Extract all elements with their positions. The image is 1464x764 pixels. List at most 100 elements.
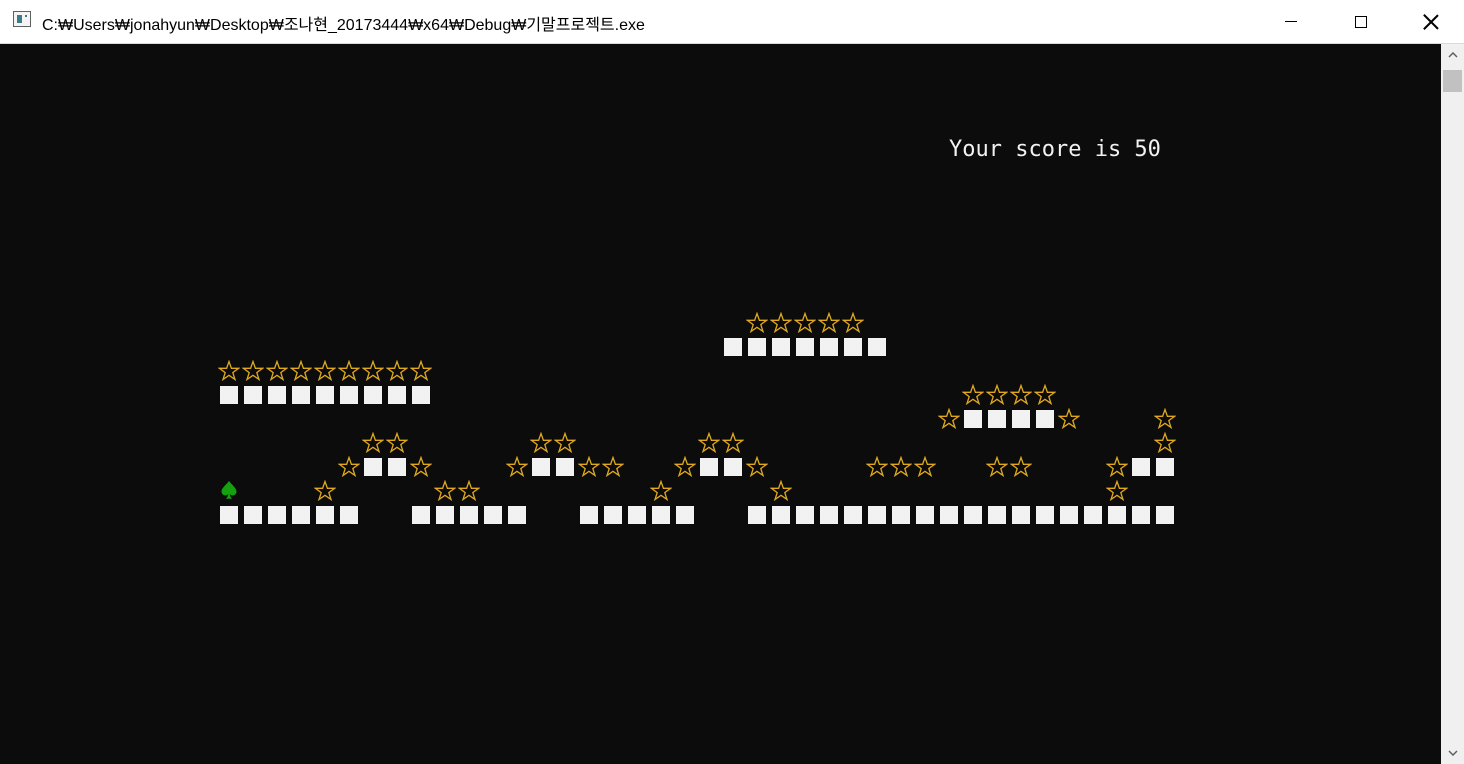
floor-block: [292, 386, 310, 404]
star-icon: [554, 432, 576, 454]
star-icon: [434, 480, 456, 502]
scroll-down-button[interactable]: [1441, 742, 1464, 764]
floor-block: [268, 386, 286, 404]
floor-block: [724, 338, 742, 356]
floor-block: [1036, 410, 1054, 428]
floor-block: [316, 506, 334, 524]
floor-block: [796, 338, 814, 356]
floor-block: [868, 506, 886, 524]
star-icon: [602, 456, 624, 478]
floor-block: [1156, 506, 1174, 524]
floor-block: [484, 506, 502, 524]
star-icon: [362, 432, 384, 454]
floor-block: [244, 506, 262, 524]
icon-bar: [17, 15, 22, 23]
minimize-icon: [1285, 21, 1297, 22]
star-icon: [242, 360, 264, 382]
floor-block: [796, 506, 814, 524]
floor-block: [1036, 506, 1054, 524]
star-icon: [770, 480, 792, 502]
star-icon: [842, 312, 864, 334]
star-icon: [866, 456, 888, 478]
console-app-icon[interactable]: [13, 11, 31, 27]
floor-block: [844, 506, 862, 524]
floor-block: [964, 410, 982, 428]
star-icon: [1154, 408, 1176, 430]
floor-block: [820, 338, 838, 356]
floor-block: [748, 338, 766, 356]
floor-block: [556, 458, 574, 476]
floor-block: [844, 338, 862, 356]
close-button[interactable]: [1396, 0, 1464, 43]
scroll-thumb[interactable]: [1443, 70, 1462, 92]
score-display: Your score is 50: [949, 137, 1161, 162]
maximize-button[interactable]: [1326, 0, 1396, 43]
floor-block: [772, 338, 790, 356]
star-icon: [314, 360, 336, 382]
star-icon: [674, 456, 696, 478]
floor-block: [700, 458, 718, 476]
star-icon: [962, 384, 984, 406]
floor-block: [220, 386, 238, 404]
floor-block: [340, 386, 358, 404]
star-icon: [410, 360, 432, 382]
close-icon: [1423, 14, 1439, 30]
title-bar[interactable]: C:₩Users₩jonahyun₩Desktop₩조나현_20173444₩x…: [0, 0, 1464, 44]
floor-block: [988, 506, 1006, 524]
star-icon: [410, 456, 432, 478]
floor-block: [460, 506, 478, 524]
floor-block: [820, 506, 838, 524]
console-window: C:₩Users₩jonahyun₩Desktop₩조나현_20173444₩x…: [0, 0, 1464, 764]
spade-icon: [221, 481, 237, 499]
floor-block: [676, 506, 694, 524]
floor-block: [724, 458, 742, 476]
floor-block: [580, 506, 598, 524]
star-icon: [362, 360, 384, 382]
star-icon: [746, 456, 768, 478]
floor-block: [268, 506, 286, 524]
floor-block: [1156, 458, 1174, 476]
floor-block: [220, 506, 238, 524]
star-icon: [386, 360, 408, 382]
floor-block: [508, 506, 526, 524]
star-icon: [1154, 432, 1176, 454]
floor-block: [412, 506, 430, 524]
floor-block: [436, 506, 454, 524]
floor-block: [748, 506, 766, 524]
scroll-down-arrow-icon: [1447, 750, 1458, 756]
floor-block: [652, 506, 670, 524]
floor-block: [244, 386, 262, 404]
scroll-up-button[interactable]: [1441, 44, 1464, 66]
star-icon: [770, 312, 792, 334]
floor-block: [340, 506, 358, 524]
star-icon: [506, 456, 528, 478]
floor-block: [292, 506, 310, 524]
floor-block: [940, 506, 958, 524]
star-icon: [890, 456, 912, 478]
star-icon: [386, 432, 408, 454]
star-icon: [1010, 384, 1032, 406]
star-icon: [1106, 456, 1128, 478]
floor-block: [628, 506, 646, 524]
floor-block: [388, 458, 406, 476]
floor-block: [1132, 506, 1150, 524]
star-icon: [338, 360, 360, 382]
star-icon: [986, 384, 1008, 406]
floor-block: [1060, 506, 1078, 524]
star-icon: [722, 432, 744, 454]
star-icon: [746, 312, 768, 334]
star-icon: [698, 432, 720, 454]
maximize-icon: [1355, 15, 1367, 28]
minimize-button[interactable]: [1256, 0, 1326, 43]
star-icon: [266, 360, 288, 382]
floor-block: [1012, 506, 1030, 524]
floor-block: [1084, 506, 1102, 524]
floor-block: [892, 506, 910, 524]
floor-block: [412, 386, 430, 404]
floor-block: [772, 506, 790, 524]
console-area: Your score is 50: [1, 44, 1441, 764]
floor-block: [1108, 506, 1126, 524]
star-icon: [290, 360, 312, 382]
vertical-scrollbar[interactable]: [1441, 44, 1464, 764]
icon-dot: [25, 15, 27, 17]
